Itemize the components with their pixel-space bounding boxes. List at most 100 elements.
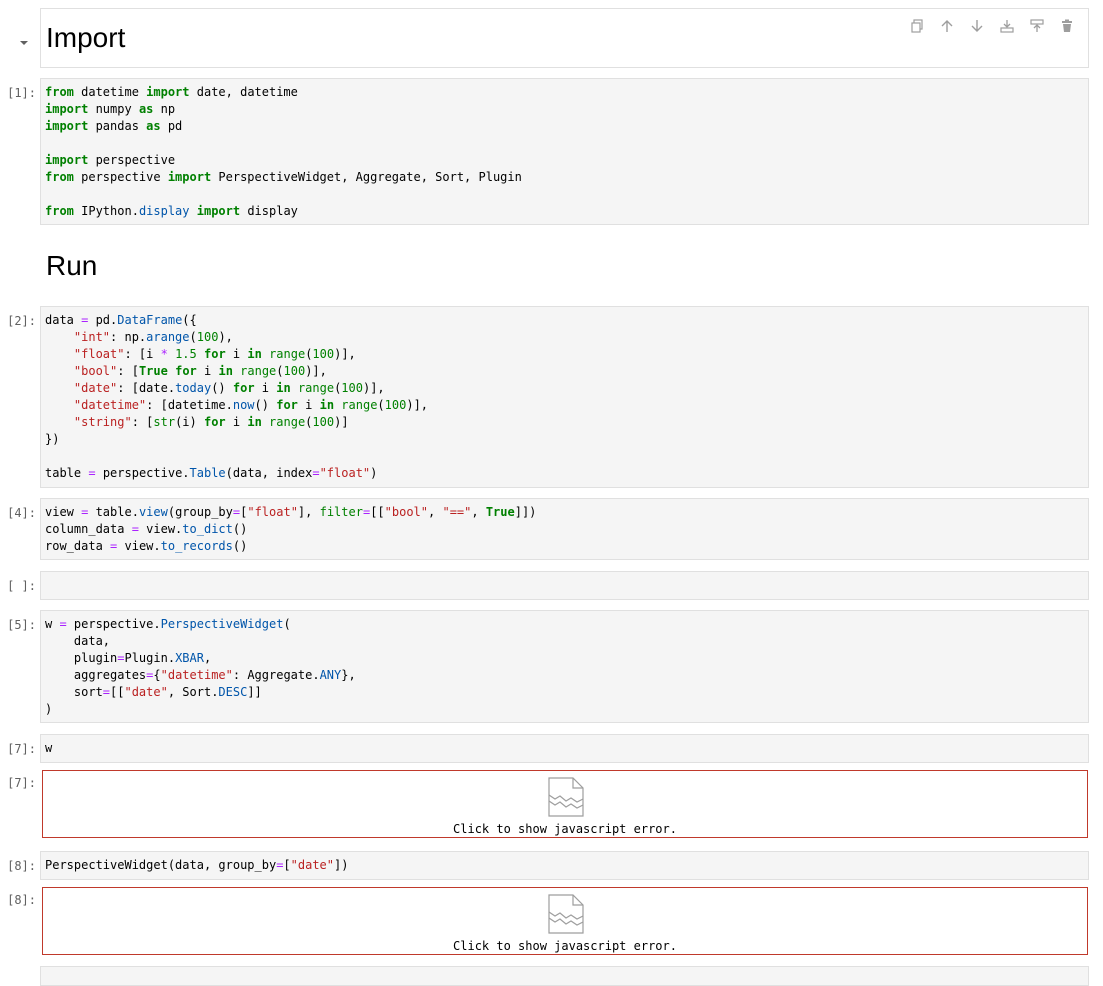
code-token: True bbox=[485, 505, 515, 519]
code-token: (i) bbox=[175, 415, 204, 429]
code-token: in bbox=[319, 398, 335, 412]
broken-file-icon bbox=[548, 894, 584, 938]
code-token: for bbox=[232, 381, 255, 395]
code-token: "float" bbox=[319, 466, 371, 480]
code-token: "float" bbox=[247, 505, 298, 519]
code-token: ( bbox=[377, 398, 385, 412]
code-cell-empty[interactable] bbox=[40, 571, 1089, 600]
code-cell-5[interactable]: w = perspective.PerspectiveWidget( data,… bbox=[40, 610, 1089, 723]
code-token: [ bbox=[283, 858, 291, 872]
code-editor[interactable]: data = pd.DataFrame({ "int": np.arange(1… bbox=[41, 307, 1088, 487]
code-token: for bbox=[203, 415, 226, 429]
code-token: i bbox=[225, 347, 248, 361]
move-up-icon[interactable] bbox=[938, 17, 956, 35]
code-token: table. bbox=[88, 505, 139, 519]
code-token: from bbox=[45, 170, 74, 184]
code-token: 100 bbox=[283, 364, 306, 378]
output-prompt: [8]: bbox=[7, 893, 36, 907]
code-token: (group_by bbox=[167, 505, 233, 519]
move-down-icon[interactable] bbox=[968, 17, 986, 35]
code-token: i bbox=[297, 398, 320, 412]
code-cell-1[interactable]: from datetime import date, datetime impo… bbox=[40, 78, 1089, 225]
code-token: ( bbox=[276, 364, 284, 378]
code-token: * bbox=[160, 347, 168, 361]
code-token: view. bbox=[117, 539, 161, 553]
cell-prompt: [7]: bbox=[7, 742, 36, 756]
heading-run: Run bbox=[46, 250, 98, 281]
javascript-error-output[interactable]: Click to show javascript error. bbox=[42, 770, 1088, 838]
code-token: XBAR bbox=[175, 651, 204, 665]
code-token: }) bbox=[45, 432, 60, 446]
code-token: "string" bbox=[73, 415, 132, 429]
code-token: DESC bbox=[218, 685, 248, 699]
show-error-link[interactable]: Click to show javascript error. bbox=[43, 822, 1087, 836]
code-token: data bbox=[45, 313, 82, 327]
code-editor[interactable]: PerspectiveWidget(data, group_by=["date"… bbox=[41, 852, 1088, 879]
code-token: "float" bbox=[73, 347, 125, 361]
code-token: Plugin. bbox=[124, 651, 176, 665]
javascript-error-output[interactable]: Click to show javascript error. bbox=[42, 887, 1088, 955]
code-token: 100 bbox=[196, 330, 219, 344]
delete-icon[interactable] bbox=[1058, 17, 1076, 35]
code-token: view bbox=[45, 505, 82, 519]
code-token: to_records bbox=[160, 539, 233, 553]
code-token: () bbox=[232, 522, 248, 536]
code-token: perspective bbox=[73, 170, 168, 184]
code-token: str bbox=[153, 415, 176, 429]
code-token: filter bbox=[319, 505, 363, 519]
code-token: import bbox=[167, 170, 212, 184]
code-token: )], bbox=[334, 347, 356, 361]
code-token: datetime bbox=[73, 85, 147, 99]
markdown-cell-import[interactable] bbox=[40, 8, 1089, 68]
code-token: arange bbox=[146, 330, 190, 344]
code-editor[interactable]: from datetime import date, datetime impo… bbox=[41, 79, 1088, 225]
code-token: from bbox=[45, 85, 74, 99]
insert-below-icon[interactable] bbox=[1028, 17, 1046, 35]
code-editor[interactable]: view = table.view(group_by=["float"], fi… bbox=[41, 499, 1088, 560]
code-token: () bbox=[232, 539, 248, 553]
code-token: ANY bbox=[319, 668, 342, 682]
code-editor[interactable]: w = perspective.PerspectiveWidget( data,… bbox=[41, 611, 1088, 723]
code-token: view bbox=[138, 505, 168, 519]
code-token: )], bbox=[406, 398, 429, 412]
show-error-link[interactable]: Click to show javascript error. bbox=[43, 939, 1087, 953]
code-cell-4[interactable]: view = table.view(group_by=["float"], fi… bbox=[40, 498, 1089, 560]
code-token: "date" bbox=[73, 381, 118, 395]
code-token: () bbox=[254, 398, 277, 412]
code-token: ( bbox=[189, 330, 197, 344]
code-token: range bbox=[341, 398, 378, 412]
code-token: "==" bbox=[442, 505, 472, 519]
cell-prompt: [5]: bbox=[7, 618, 36, 632]
code-cell-7[interactable]: w bbox=[40, 734, 1089, 763]
collapse-caret-icon[interactable] bbox=[18, 33, 30, 52]
code-token: perspective. bbox=[66, 617, 161, 631]
code-token: table bbox=[45, 466, 89, 480]
code-token: = bbox=[88, 466, 96, 480]
code-token: in bbox=[276, 381, 291, 395]
code-token: view. bbox=[138, 522, 183, 536]
code-token: in bbox=[247, 347, 262, 361]
code-token: 1.5 bbox=[175, 347, 197, 361]
code-token: range bbox=[269, 415, 306, 429]
code-token: "int" bbox=[73, 330, 111, 344]
copy-icon[interactable] bbox=[908, 17, 926, 35]
insert-above-icon[interactable] bbox=[998, 17, 1016, 35]
code-token: in bbox=[247, 415, 262, 429]
code-token: import bbox=[45, 153, 89, 167]
code-token: : [ bbox=[117, 364, 139, 378]
code-editor[interactable]: w bbox=[41, 735, 1088, 762]
code-token: pd. bbox=[88, 313, 118, 327]
code-token: True bbox=[138, 364, 168, 378]
broken-file-icon bbox=[548, 777, 584, 821]
code-token: to_dict bbox=[182, 522, 233, 536]
code-cell-next[interactable] bbox=[40, 966, 1089, 986]
code-token: [[ bbox=[110, 685, 125, 699]
code-cell-8[interactable]: PerspectiveWidget(data, group_by=["date"… bbox=[40, 851, 1089, 880]
code-token: = bbox=[312, 466, 320, 480]
code-cell-2[interactable]: data = pd.DataFrame({ "int": np.arange(1… bbox=[40, 306, 1089, 488]
